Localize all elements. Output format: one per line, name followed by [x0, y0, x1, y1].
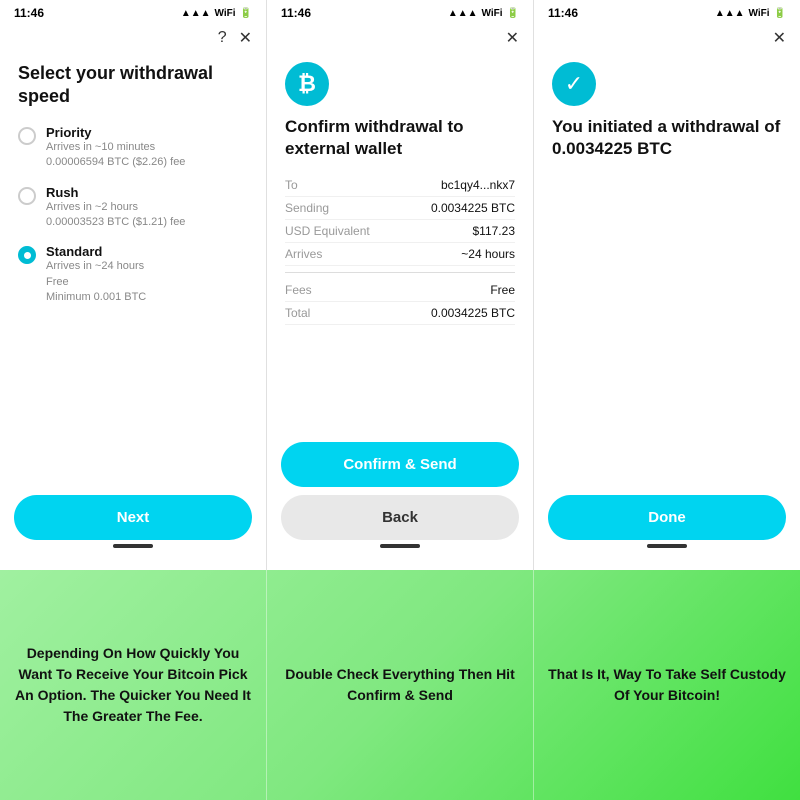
- caption-text-2: Double Check Everything Then Hit Confirm…: [281, 664, 519, 706]
- btc-icon: ₿: [285, 62, 329, 106]
- usd-value: $117.23: [473, 224, 516, 238]
- detail-arrives: Arrives ~24 hours: [285, 243, 515, 266]
- confirm-send-button[interactable]: Confirm & Send: [281, 442, 519, 487]
- signal-icon-3: ▲▲▲: [715, 8, 745, 19]
- header-actions-1: ? ✕: [0, 24, 266, 52]
- withdrawal-speed-title: Select your withdrawal speed: [18, 62, 248, 109]
- screen2-bottom: Confirm & Send Back: [267, 434, 533, 570]
- status-bar-2: 11:46 ▲▲▲ WiFi 🔋: [267, 0, 533, 24]
- header-actions-3: ✕: [534, 24, 800, 52]
- close-icon-2[interactable]: ✕: [506, 28, 519, 48]
- caption-text-1: Depending On How Quickly You Want To Rec…: [14, 643, 252, 727]
- detail-divider: [285, 272, 515, 273]
- sending-value: 0.0034225 BTC: [431, 201, 515, 215]
- to-label: To: [285, 178, 298, 192]
- detail-fees: Fees Free: [285, 279, 515, 302]
- fees-value: Free: [490, 283, 515, 297]
- radio-standard[interactable]: [18, 246, 36, 264]
- header-actions-2: ✕: [267, 24, 533, 52]
- status-time-1: 11:46: [14, 6, 44, 20]
- standard-sub2: Free: [46, 275, 146, 290]
- caption-panel-1: Depending On How Quickly You Want To Rec…: [0, 570, 267, 800]
- status-icons-3: ▲▲▲ WiFi 🔋: [715, 8, 786, 19]
- option-standard[interactable]: Standard Arrives in ~24 hours Free Minim…: [18, 244, 248, 305]
- screen3-content: ✓ You initiated a withdrawal of 0.003422…: [534, 52, 800, 487]
- status-icons-1: ▲▲▲ WiFi 🔋: [181, 8, 252, 19]
- fees-label: Fees: [285, 283, 312, 297]
- initiated-title: You initiated a withdrawal of 0.0034225 …: [552, 116, 782, 160]
- done-button[interactable]: Done: [548, 495, 786, 540]
- battery-icon-2: 🔋: [507, 8, 519, 19]
- option-standard-text: Standard Arrives in ~24 hours Free Minim…: [46, 244, 146, 305]
- status-bar-1: 11:46 ▲▲▲ WiFi 🔋: [0, 0, 266, 24]
- radio-standard-inner: [24, 252, 31, 259]
- home-indicator-1: [113, 544, 153, 548]
- standard-sub1: Arrives in ~24 hours: [46, 259, 146, 274]
- option-rush-text: Rush Arrives in ~2 hours 0.00003523 BTC …: [46, 185, 185, 231]
- caption-panel-2: Double Check Everything Then Hit Confirm…: [267, 570, 534, 800]
- option-rush[interactable]: Rush Arrives in ~2 hours 0.00003523 BTC …: [18, 185, 248, 231]
- detail-to: To bc1qy4...nkx7: [285, 174, 515, 197]
- standard-sub3: Minimum 0.001 BTC: [46, 290, 146, 305]
- total-label: Total: [285, 306, 310, 320]
- detail-total: Total 0.0034225 BTC: [285, 302, 515, 325]
- arrives-value: ~24 hours: [461, 247, 515, 261]
- signal-icon-2: ▲▲▲: [448, 8, 478, 19]
- status-time-3: 11:46: [548, 6, 578, 20]
- priority-sub2: 0.00006594 BTC ($2.26) fee: [46, 155, 185, 170]
- detail-sending: Sending 0.0034225 BTC: [285, 197, 515, 220]
- screen-confirm-withdrawal: 11:46 ▲▲▲ WiFi 🔋 ✕ ₿ Confirm withdrawal …: [267, 0, 534, 570]
- captions-row: Depending On How Quickly You Want To Rec…: [0, 570, 800, 800]
- radio-rush[interactable]: [18, 187, 36, 205]
- radio-priority[interactable]: [18, 127, 36, 145]
- detail-table: To bc1qy4...nkx7 Sending 0.0034225 BTC U…: [285, 174, 515, 325]
- caption-panel-3: That Is It, Way To Take Self Custody Of …: [534, 570, 800, 800]
- home-indicator-2: [380, 544, 420, 548]
- rush-sub1: Arrives in ~2 hours: [46, 200, 185, 215]
- signal-icon-1: ▲▲▲: [181, 8, 211, 19]
- wifi-icon-1: WiFi: [215, 8, 236, 19]
- usd-label: USD Equivalent: [285, 224, 370, 238]
- screen-initiated: 11:46 ▲▲▲ WiFi 🔋 ✕ ✓ You initiated a wit…: [534, 0, 800, 570]
- back-button[interactable]: Back: [281, 495, 519, 540]
- wifi-icon-3: WiFi: [749, 8, 770, 19]
- caption-text-3: That Is It, Way To Take Self Custody Of …: [548, 664, 786, 706]
- status-bar-3: 11:46 ▲▲▲ WiFi 🔋: [534, 0, 800, 24]
- screen1-bottom: Next: [0, 487, 266, 570]
- home-indicator-3: [647, 544, 687, 548]
- screens-row: 11:46 ▲▲▲ WiFi 🔋 ? ✕ Select your withdra…: [0, 0, 800, 570]
- screen1-content: Select your withdrawal speed Priority Ar…: [0, 52, 266, 487]
- option-priority-text: Priority Arrives in ~10 minutes 0.000065…: [46, 125, 185, 171]
- status-icons-2: ▲▲▲ WiFi 🔋: [448, 8, 519, 19]
- priority-label: Priority: [46, 125, 185, 140]
- help-icon[interactable]: ?: [218, 29, 227, 47]
- total-value: 0.0034225 BTC: [431, 306, 515, 320]
- next-button[interactable]: Next: [14, 495, 252, 540]
- close-icon-1[interactable]: ✕: [239, 28, 252, 48]
- battery-icon-1: 🔋: [240, 8, 252, 19]
- detail-usd: USD Equivalent $117.23: [285, 220, 515, 243]
- rush-label: Rush: [46, 185, 185, 200]
- option-priority[interactable]: Priority Arrives in ~10 minutes 0.000065…: [18, 125, 248, 171]
- close-icon-3[interactable]: ✕: [773, 28, 786, 48]
- confirm-title: Confirm withdrawal to external wallet: [285, 116, 515, 160]
- arrives-label: Arrives: [285, 247, 322, 261]
- screen2-content: ₿ Confirm withdrawal to external wallet …: [267, 52, 533, 434]
- screen-withdrawal-speed: 11:46 ▲▲▲ WiFi 🔋 ? ✕ Select your withdra…: [0, 0, 267, 570]
- sending-label: Sending: [285, 201, 329, 215]
- to-value: bc1qy4...nkx7: [441, 178, 515, 192]
- check-icon: ✓: [552, 62, 596, 106]
- status-time-2: 11:46: [281, 6, 311, 20]
- screen3-bottom: Done: [534, 487, 800, 570]
- priority-sub1: Arrives in ~10 minutes: [46, 140, 185, 155]
- rush-sub2: 0.00003523 BTC ($1.21) fee: [46, 215, 185, 230]
- battery-icon-3: 🔋: [774, 8, 786, 19]
- standard-label: Standard: [46, 244, 146, 259]
- wifi-icon-2: WiFi: [482, 8, 503, 19]
